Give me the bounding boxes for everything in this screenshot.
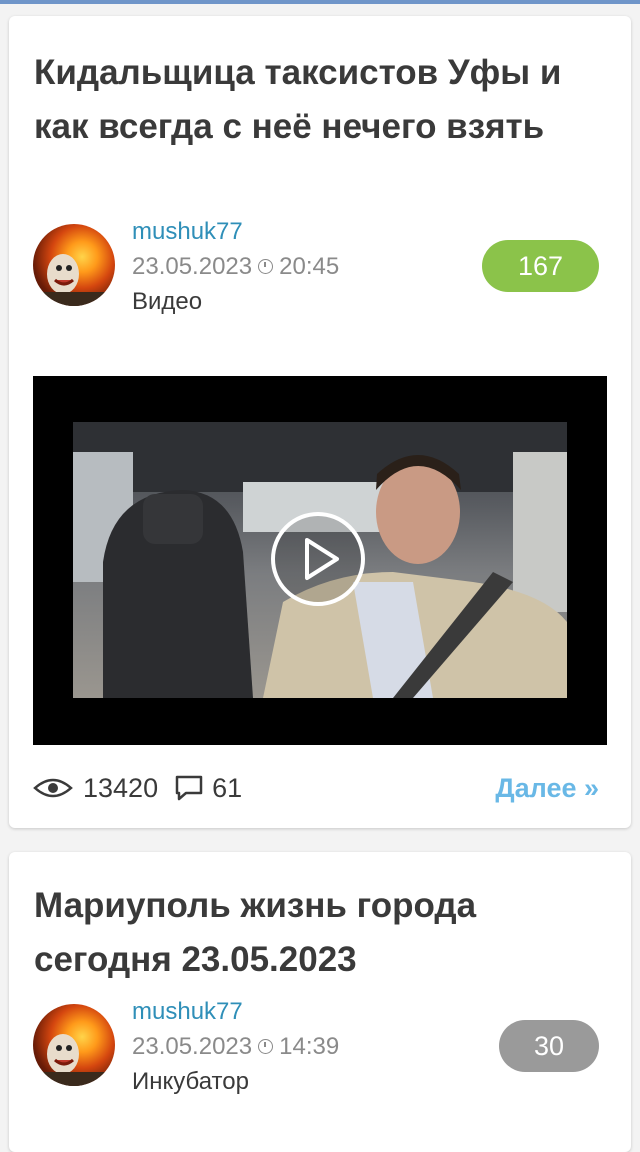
- date-text: 23.05.2023: [132, 1033, 253, 1060]
- post-card: Мариуполь жизнь города сегодня 23.05.202…: [9, 852, 631, 1152]
- post-meta: mushuk77 23.05.2023 14:39 Инкубатор: [132, 994, 339, 1099]
- post-card: Кидальщица таксистов Уфы и как всегда с …: [9, 16, 631, 828]
- post-title[interactable]: Мариуполь жизнь города сегодня 23.05.202…: [34, 879, 601, 987]
- read-more-link[interactable]: Далее »: [495, 768, 599, 808]
- author-avatar[interactable]: [33, 1004, 115, 1086]
- post-meta: mushuk77 23.05.2023 20:45 Видео: [132, 214, 339, 319]
- post-category[interactable]: Инкубатор: [132, 1064, 339, 1099]
- time-text: 20:45: [279, 253, 340, 280]
- post-date: 23.05.2023 14:39: [132, 1029, 339, 1064]
- post-title[interactable]: Кидальщица таксистов Уфы и как всегда с …: [34, 46, 601, 154]
- play-icon: [305, 538, 339, 580]
- video-player[interactable]: [33, 376, 607, 745]
- top-accent-bar: [0, 0, 640, 4]
- author-link[interactable]: mushuk77: [132, 994, 339, 1029]
- post-stats: 13420 61: [33, 768, 242, 808]
- eye-icon: [33, 778, 73, 798]
- time-text: 14:39: [279, 1033, 340, 1060]
- post-category[interactable]: Видео: [132, 284, 339, 319]
- comment-icon: [175, 775, 203, 801]
- date-text: 23.05.2023: [132, 253, 253, 280]
- comments-count[interactable]: 61: [212, 773, 242, 804]
- views-count: 13420: [83, 772, 159, 803]
- play-button[interactable]: [271, 512, 365, 606]
- author-link[interactable]: mushuk77: [132, 214, 339, 249]
- author-avatar[interactable]: [33, 224, 115, 306]
- clock-icon: [258, 1039, 274, 1054]
- avatar-image: [33, 254, 115, 306]
- post-date: 23.05.2023 20:45: [132, 249, 339, 284]
- rating-badge[interactable]: 30: [499, 1020, 599, 1072]
- rating-badge[interactable]: 167: [482, 240, 599, 292]
- avatar-image: [33, 1034, 115, 1086]
- clock-icon: [258, 259, 274, 274]
